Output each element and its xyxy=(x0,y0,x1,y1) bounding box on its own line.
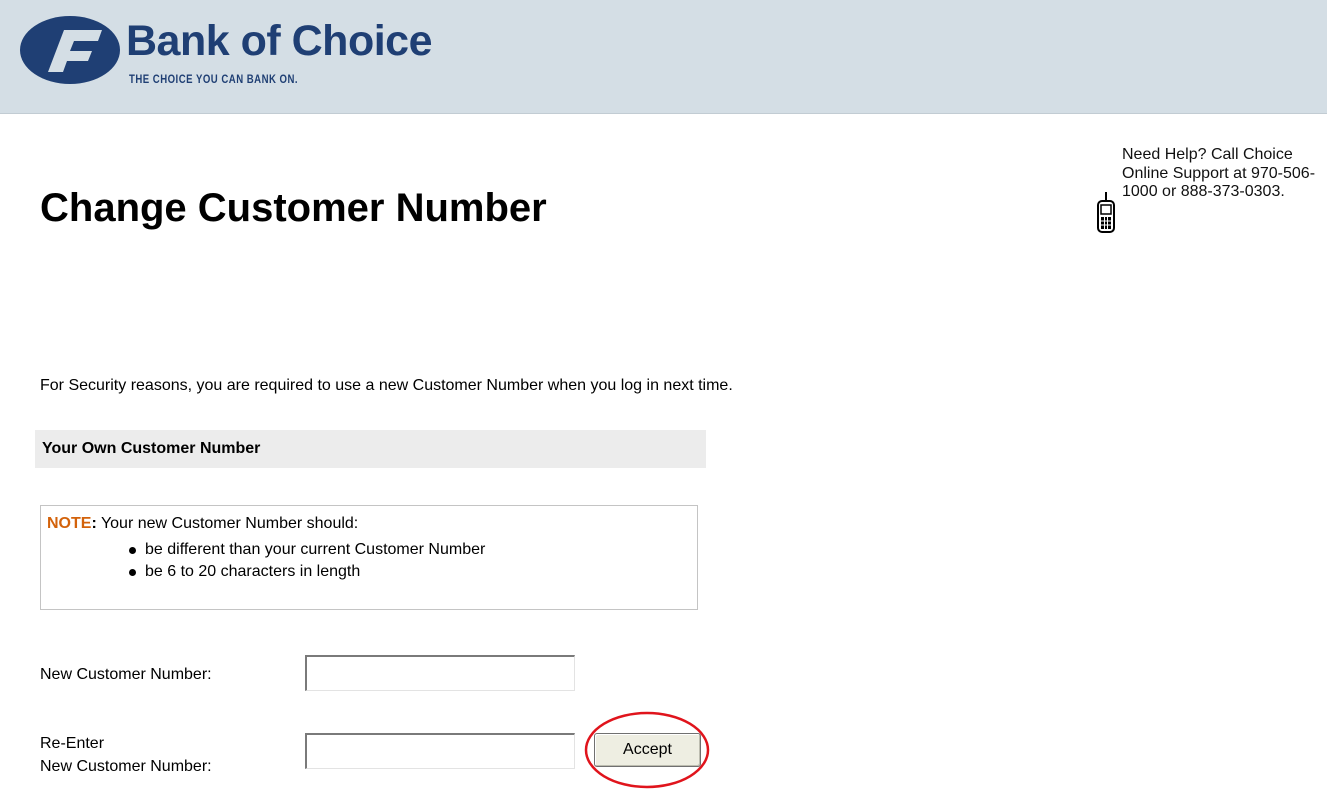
note-label: NOTE xyxy=(47,515,92,532)
note-box: NOTE: Your new Customer Number should: b… xyxy=(40,505,698,610)
note-requirements-list: be different than your current Customer … xyxy=(129,539,485,583)
new-customer-number-label: New Customer Number: xyxy=(40,666,212,683)
brand-name: Bank of Choice xyxy=(126,17,433,65)
note-requirement-item: be 6 to 20 characters in length xyxy=(129,561,485,583)
mobile-phone-icon xyxy=(1097,192,1115,233)
section-title: Your Own Customer Number xyxy=(42,440,261,457)
page-title: Change Customer Number xyxy=(40,186,547,230)
bank-logo[interactable]: Bank of Choice THE CHOICE YOU CAN BANK O… xyxy=(18,14,478,104)
new-customer-number-input[interactable] xyxy=(305,655,575,691)
note-heading: NOTE: Your new Customer Number should: xyxy=(47,515,359,532)
reenter-label-line-2: New Customer Number: xyxy=(40,758,212,775)
section-header: Your Own Customer Number xyxy=(35,430,706,468)
reenter-label-line-1: Re-Enter xyxy=(40,735,105,752)
accept-button[interactable]: Accept xyxy=(594,733,701,767)
site-header: Bank of Choice THE CHOICE YOU CAN BANK O… xyxy=(0,0,1327,114)
note-lead: Your new Customer Number should: xyxy=(100,515,359,532)
help-text: Need Help? Call Choice Online Support at… xyxy=(1122,146,1316,200)
reenter-customer-number-input[interactable] xyxy=(305,733,575,769)
note-requirement-item: be different than your current Customer … xyxy=(129,539,485,561)
security-notice: For Security reasons, you are required t… xyxy=(40,377,733,394)
bank-logo-mark-icon xyxy=(20,16,120,84)
brand-tagline: THE CHOICE YOU CAN BANK ON. xyxy=(129,72,299,86)
